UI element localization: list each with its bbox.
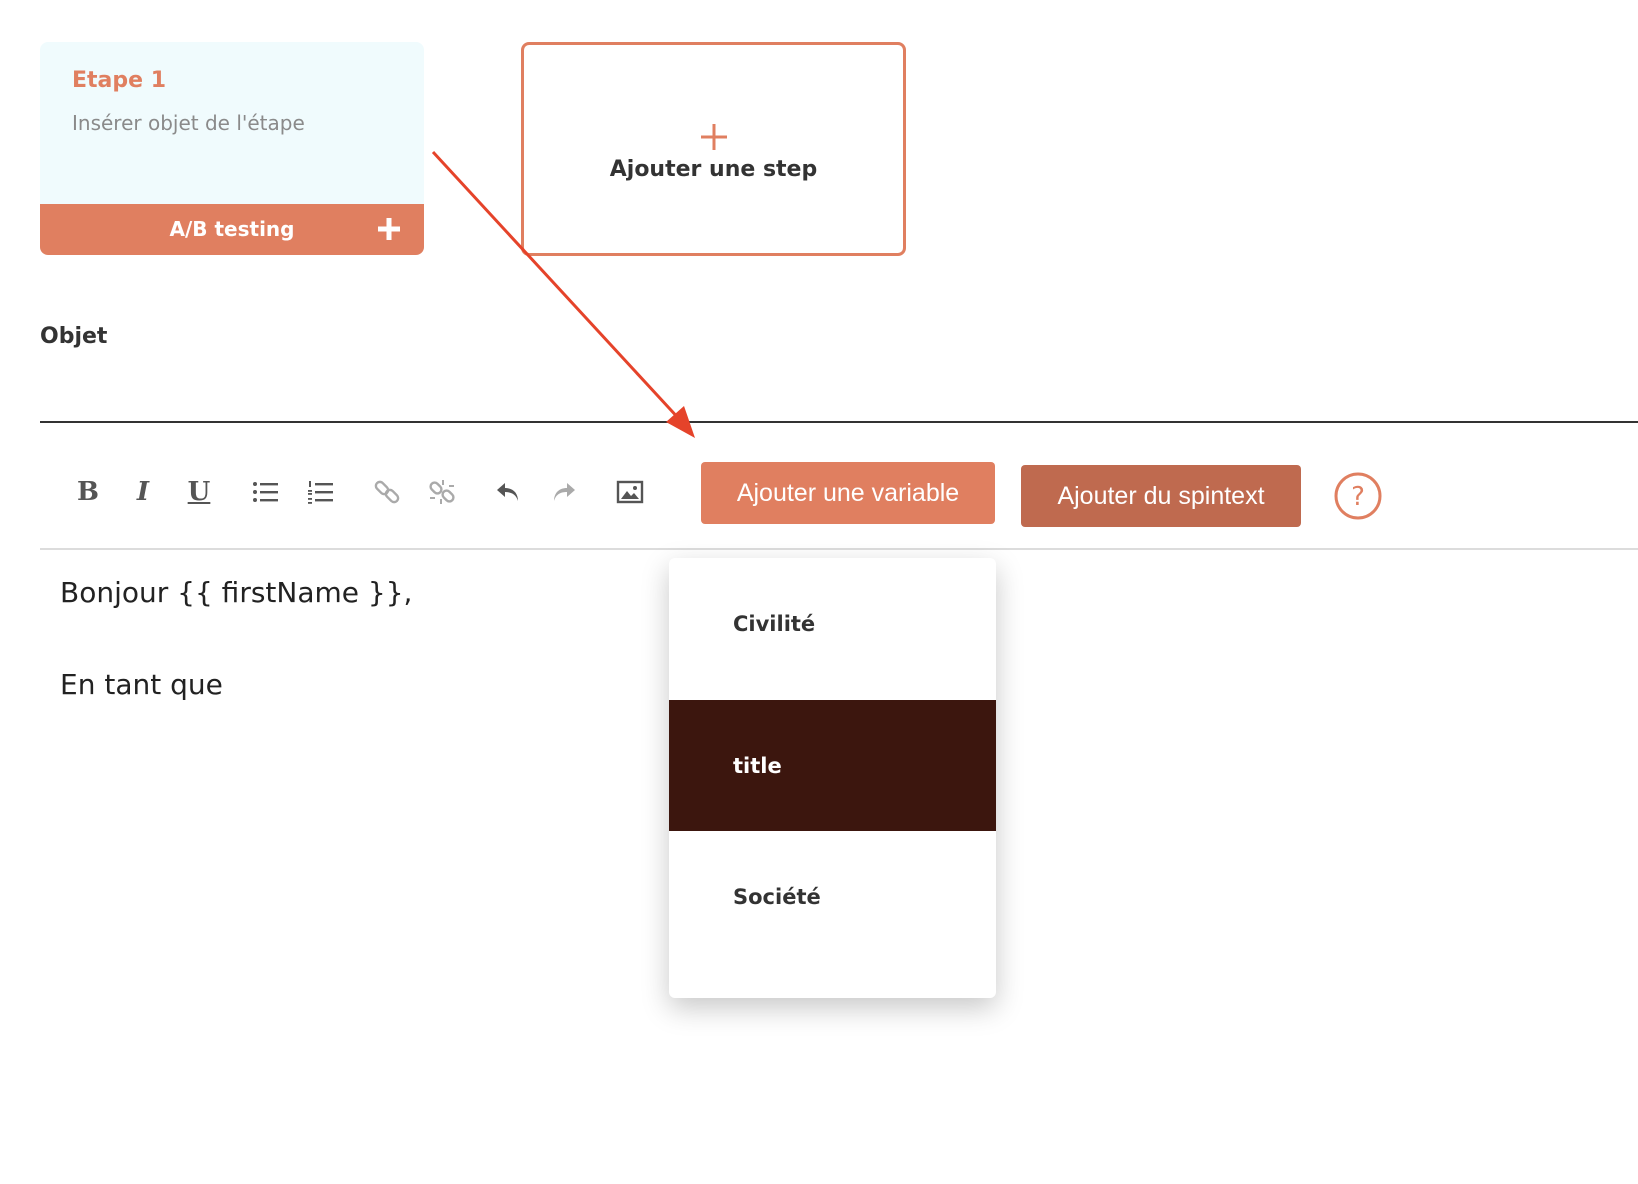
svg-text:?: ? [1351,482,1365,512]
underline-icon[interactable]: U [181,474,217,510]
step-subject: Insérer objet de l'étape [72,111,305,135]
numbered-list-icon[interactable] [302,474,338,510]
plus-icon[interactable] [374,214,404,244]
toolbar-divider [40,548,1638,550]
dropdown-item-civilite[interactable]: Civilité [669,558,996,689]
add-spintext-button[interactable]: Ajouter du spintext [1021,465,1301,527]
image-icon[interactable] [612,474,648,510]
objet-input-underline[interactable] [40,421,1638,423]
editor-line-greeting[interactable]: Bonjour {{ firstName }}, [60,576,412,609]
plus-icon [701,124,727,150]
bullet-list-icon[interactable] [247,474,283,510]
help-icon[interactable]: ? [1333,471,1383,521]
dropdown-item-title[interactable]: title [669,700,996,831]
italic-icon[interactable]: I [125,474,161,510]
add-variable-button[interactable]: Ajouter une variable [701,462,995,524]
step-card[interactable]: Etape 1 Insérer objet de l'étape A/B tes… [40,42,424,255]
ab-testing-label: A/B testing [169,217,295,241]
ab-testing-button[interactable]: A/B testing [40,204,424,255]
redo-icon[interactable] [546,474,582,510]
add-step-label: Ajouter une step [609,157,818,182]
undo-icon[interactable] [490,474,526,510]
dropdown-item-societe[interactable]: Société [669,831,996,962]
unlink-icon[interactable] [424,474,460,510]
editor-line-body[interactable]: En tant que [60,668,223,701]
objet-label: Objet [40,324,108,349]
bold-icon[interactable]: B [70,474,106,510]
link-icon[interactable] [369,474,405,510]
add-step-card[interactable]: Ajouter une step [521,42,906,256]
variable-dropdown: Civilité title Société [669,558,996,998]
step-title: Etape 1 [72,68,167,93]
